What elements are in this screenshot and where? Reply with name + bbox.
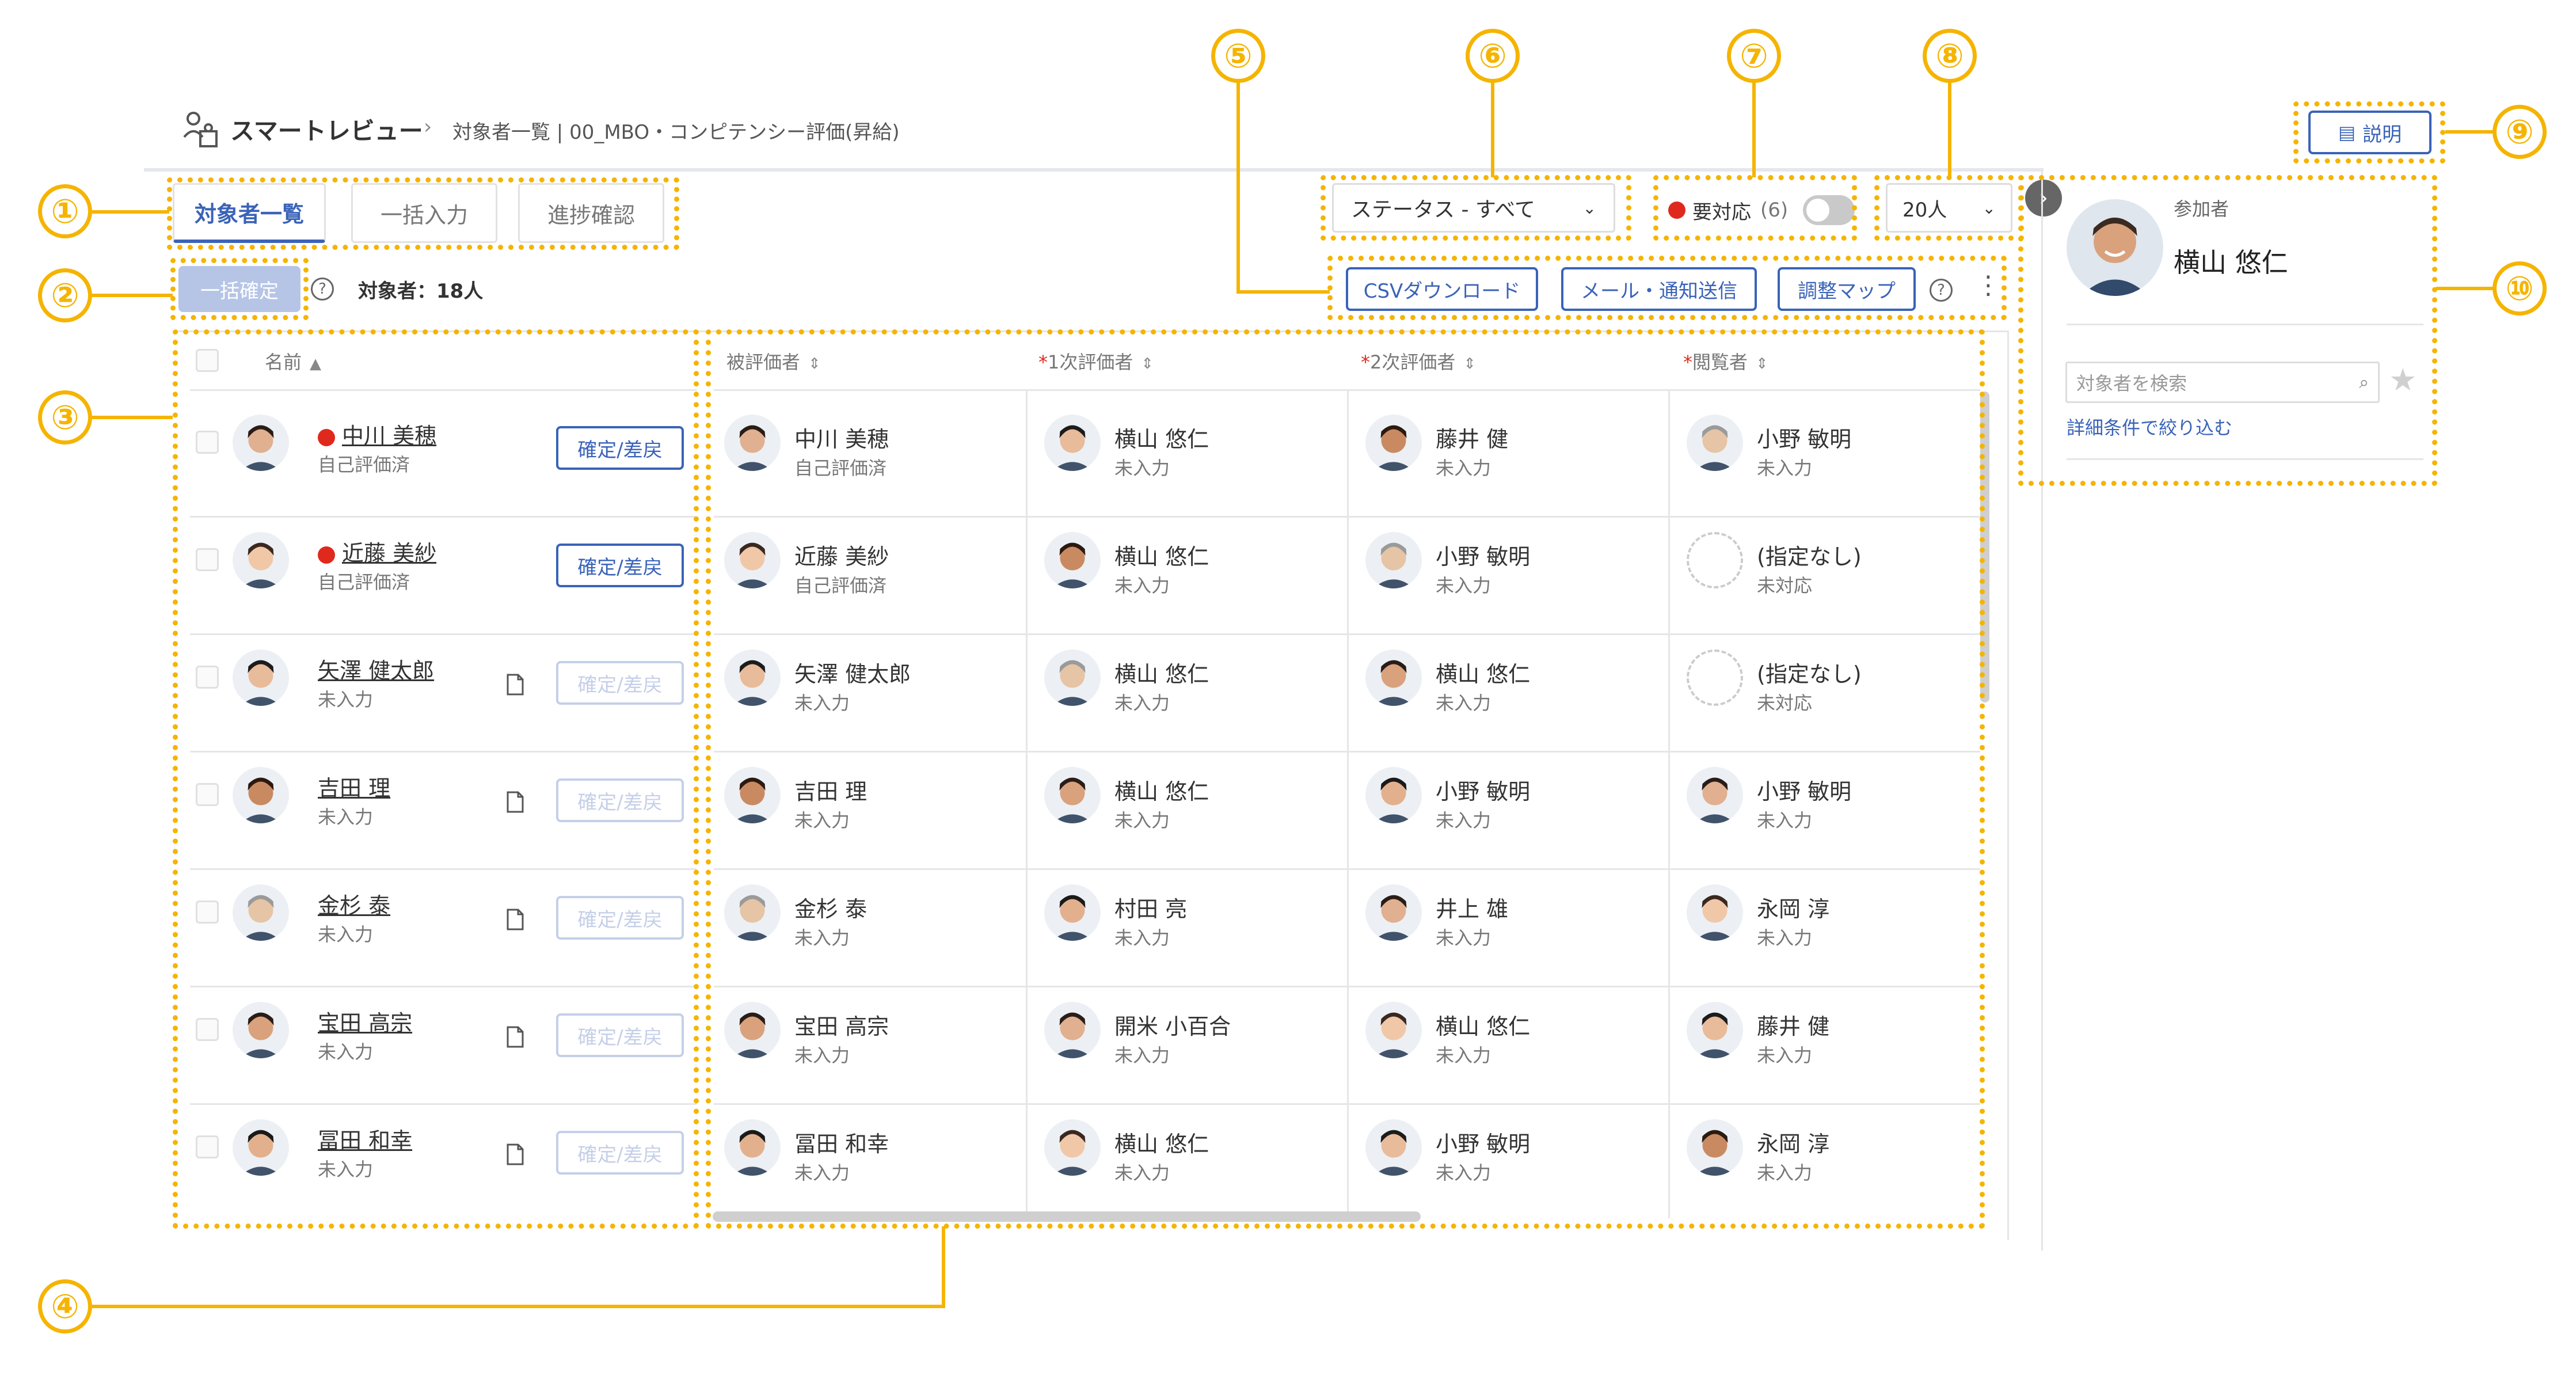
callout-leader [1236, 290, 1330, 294]
callout-leader [942, 1226, 945, 1308]
callout-frame-4 [706, 329, 1985, 1229]
callout-leader [92, 1305, 945, 1308]
callout-frame-2 [170, 258, 309, 320]
app-name[interactable]: スマートレビュー [230, 112, 423, 147]
breadcrumb-chevron-icon: › [424, 115, 432, 139]
app-logo-icon [183, 111, 219, 149]
callout-6: ⑥ [1466, 29, 1520, 83]
callout-frame-3 [173, 329, 699, 1229]
callout-frame-10 [2018, 175, 2437, 486]
callout-8: ⑧ [1923, 29, 1977, 83]
callout-leader [92, 210, 169, 214]
callout-frame-5 [1327, 256, 2007, 320]
callout-leader [1948, 82, 1951, 177]
callout-frame-9 [2293, 101, 2445, 164]
callout-frame-8 [1874, 175, 2024, 241]
breadcrumb: 対象者一覧 | 00_MBO・コンピテンシー評価(昇給) [452, 121, 900, 144]
callout-leader [92, 294, 173, 297]
callout-frame-7 [1653, 175, 1857, 241]
callout-leader [1752, 82, 1756, 177]
callout-leader [92, 416, 173, 419]
callout-5: ⑤ [1211, 29, 1265, 83]
callout-2: ② [38, 268, 92, 322]
header-divider [144, 168, 2044, 172]
callout-10: ⑩ [2493, 261, 2547, 316]
callout-leader [2445, 130, 2497, 134]
callout-3: ③ [38, 390, 92, 444]
callout-frame-6 [1321, 175, 1631, 241]
callout-leader [1236, 82, 1240, 294]
callout-4: ④ [38, 1279, 92, 1333]
callout-9: ⑨ [2493, 105, 2547, 159]
callout-frame-1 [167, 177, 679, 250]
callout-leader [2436, 287, 2497, 290]
callout-leader [1491, 82, 1494, 177]
help-icon[interactable]: ? [311, 278, 334, 301]
callout-7: ⑦ [1727, 29, 1781, 83]
target-count: 対象者：18人 [358, 280, 484, 303]
callout-1: ① [38, 184, 92, 238]
